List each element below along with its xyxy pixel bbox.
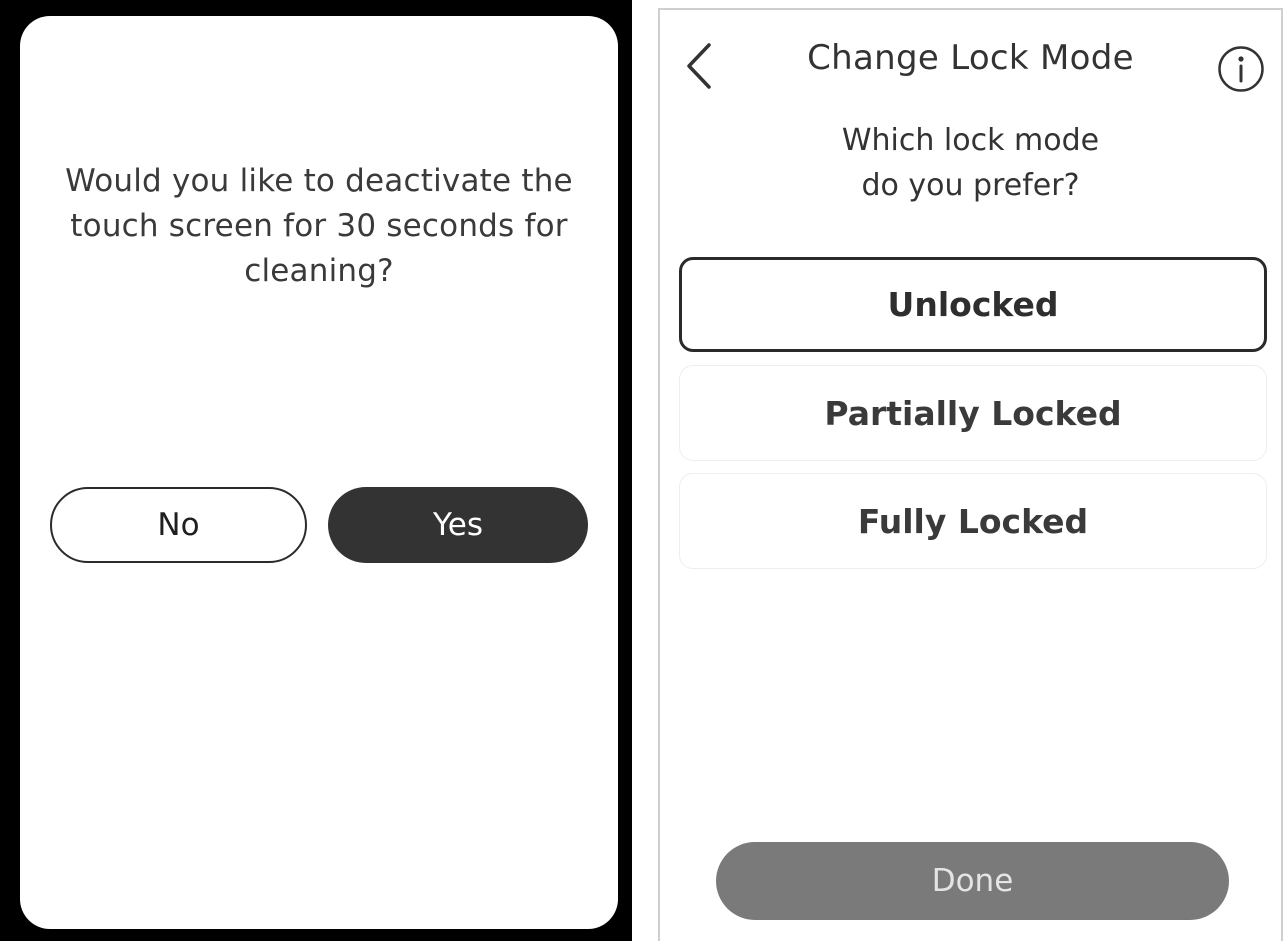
info-icon[interactable] bbox=[1217, 45, 1265, 93]
option-partially-locked[interactable]: Partially Locked bbox=[679, 365, 1267, 461]
yes-button[interactable]: Yes bbox=[328, 487, 588, 563]
lock-mode-question: Which lock mode do you prefer? bbox=[660, 118, 1281, 208]
done-button[interactable]: Done bbox=[716, 842, 1229, 920]
option-fully-locked[interactable]: Fully Locked bbox=[679, 473, 1267, 569]
screenshot-canvas: Would you like to deactivate the touch s… bbox=[0, 0, 1284, 941]
cleaning-prompt-text: Would you like to deactivate the touch s… bbox=[65, 163, 573, 289]
cleaning-dialog: Would you like to deactivate the touch s… bbox=[20, 16, 618, 929]
page-title: Change Lock Mode bbox=[807, 38, 1134, 78]
lock-mode-question-line-2: do you prefer? bbox=[861, 168, 1080, 203]
lock-mode-question-line-1: Which lock mode bbox=[841, 123, 1100, 158]
lock-mode-screen: Change Lock Mode Which lock mode do you … bbox=[658, 8, 1283, 941]
cleaning-dialog-frame: Would you like to deactivate the touch s… bbox=[0, 0, 632, 941]
no-button[interactable]: No bbox=[50, 487, 307, 563]
option-unlocked[interactable]: Unlocked bbox=[679, 257, 1267, 352]
